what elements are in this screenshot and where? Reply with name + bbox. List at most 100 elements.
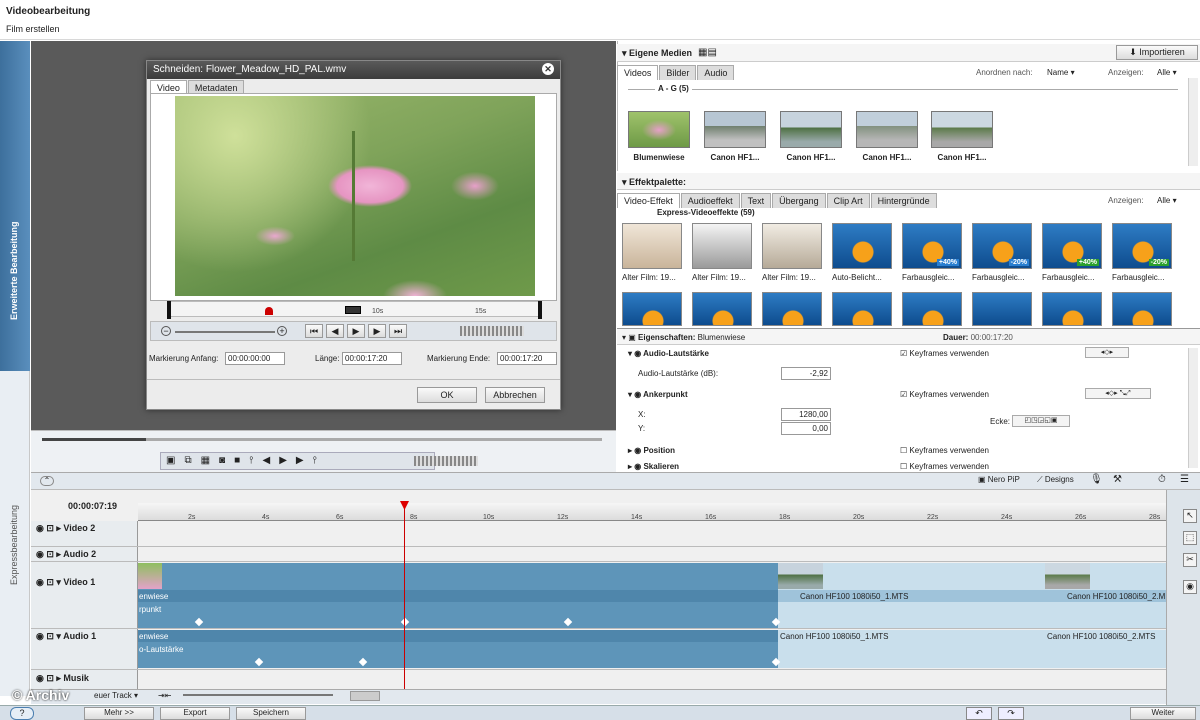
display-mode-icon[interactable]: ▣ (166, 455, 175, 466)
position-marker[interactable] (345, 306, 361, 314)
tab-backgrounds[interactable]: Hintergründe (870, 193, 937, 208)
position-keyframes-toggle[interactable]: ☐ Keyframes verwenden (900, 446, 989, 455)
effect-row2-8[interactable] (1112, 292, 1172, 326)
timeline-scroll-thumb[interactable] (350, 691, 380, 701)
track-video1[interactable]: ◉ ⊡ ▾ Video 1 (36, 577, 95, 588)
new-track-button[interactable]: euer Track ▾ (94, 691, 138, 700)
save-button[interactable]: Speichern (236, 707, 306, 720)
select-icon[interactable]: ⬚ (1183, 531, 1197, 545)
export-button[interactable]: Export (160, 707, 230, 720)
zoom-in-icon[interactable]: + (277, 326, 287, 336)
effect-old-film-1[interactable] (622, 223, 682, 269)
effect-row2-1[interactable] (622, 292, 682, 326)
y-field[interactable]: 0,00 (781, 422, 831, 435)
go-start-icon[interactable]: ⏮ (305, 324, 323, 338)
clock-icon[interactable]: ⏱ (1158, 474, 1166, 485)
anchor-section[interactable]: ▾ ◉ Ankerpunkt (628, 390, 688, 399)
play-icon[interactable]: ▶ (347, 324, 365, 338)
tab-clipart[interactable]: Clip Art (826, 193, 870, 208)
effect-row2-3[interactable] (762, 292, 822, 326)
timeline-zoom-slider[interactable] (183, 694, 333, 696)
scale-keyframes-toggle[interactable]: ☐ Keyframes verwenden (900, 462, 989, 471)
microphone-icon[interactable]: 🎙 (1090, 474, 1103, 485)
next-button[interactable]: Weiter (1130, 707, 1196, 720)
split-icon[interactable]: ⫯ (249, 455, 253, 466)
collapse-icon[interactable]: ⌃ (40, 476, 54, 486)
effect-old-film-2[interactable] (692, 223, 752, 269)
step-forward-icon[interactable]: ▶ (368, 324, 386, 338)
track-video2[interactable]: ◉ ⊡ ▸ Video 2 (36, 523, 95, 534)
ok-button[interactable]: OK (417, 387, 477, 403)
zoom-slider[interactable] (175, 331, 275, 333)
trim-start-handle[interactable] (167, 301, 171, 319)
corner-select-icon[interactable]: ◰◳◲◱▣ (1012, 415, 1070, 427)
end-icon[interactable]: ⫯ (313, 455, 317, 466)
timeline-menu-icon[interactable]: ☰ (1180, 474, 1189, 485)
tab-audio[interactable]: Audio (697, 65, 735, 80)
length-field[interactable]: 00:00:17:20 (342, 352, 402, 365)
effect-row2-6[interactable] (972, 292, 1032, 326)
effect-row2-4[interactable] (832, 292, 892, 326)
cancel-button[interactable]: Abbrechen (485, 387, 545, 403)
preview-jog[interactable] (414, 456, 478, 466)
thumb-canon-3[interactable] (856, 111, 918, 148)
audio-level-field[interactable]: -2,92 (781, 367, 831, 380)
thumb-canon-1[interactable] (704, 111, 766, 148)
step-back-icon[interactable]: ◀ (326, 324, 344, 338)
thumb-canon-2[interactable] (780, 111, 842, 148)
fit-icon[interactable]: ⇥⇤ (158, 691, 171, 700)
sort-select[interactable]: Name ▾ (1047, 68, 1075, 77)
properties-scrollbar[interactable] (1188, 348, 1198, 468)
audio-section[interactable]: ▾ ◉ Audio-Lautstärke (628, 349, 709, 358)
media-scrollbar[interactable] (1188, 78, 1198, 166)
effects-show-select[interactable]: Alle ▾ (1157, 196, 1177, 205)
effect-old-film-3[interactable] (762, 223, 822, 269)
aspect-icon[interactable]: ⧉ (184, 455, 191, 466)
tab-transition[interactable]: Übergang (772, 193, 826, 208)
effect-color-balance-1[interactable]: +40% (902, 223, 962, 269)
close-icon[interactable]: ✕ (542, 63, 554, 75)
scale-section[interactable]: ▸ ◉ Skalieren (628, 462, 679, 471)
effect-row2-7[interactable] (1042, 292, 1102, 326)
position-section[interactable]: ▸ ◉ Position (628, 446, 675, 455)
effect-color-balance-3[interactable]: +40% (1042, 223, 1102, 269)
designs-button[interactable]: ⟋ Designs (1037, 475, 1074, 485)
anchor-keyframes-toggle[interactable]: ☑ Keyframes verwenden (900, 390, 989, 399)
tab-video-effect[interactable]: Video-Effekt (617, 193, 680, 208)
import-button[interactable]: ⬇ Importieren (1116, 45, 1198, 60)
keyframe-nav-icon[interactable]: ◂◇▸ (1085, 347, 1129, 358)
play-preview-icon[interactable]: ▶ (279, 455, 287, 466)
more-button[interactable]: Mehr >> (84, 707, 154, 720)
track-audio1[interactable]: ◉ ⊡ ▾ Audio 1 (36, 631, 96, 642)
effect-row2-2[interactable] (692, 292, 752, 326)
nero-pip-button[interactable]: ▣ Nero PiP (978, 475, 1020, 484)
undo-icon[interactable]: ↶ (966, 707, 992, 720)
tab-audio-effect[interactable]: Audioeffekt (680, 193, 740, 208)
help-icon[interactable]: ? (10, 707, 34, 720)
effect-row2-5[interactable] (902, 292, 962, 326)
redo-icon[interactable]: ↷ (998, 707, 1024, 720)
anchor-tools-icon[interactable]: ◂◇▸ ⤡⤢ (1085, 388, 1151, 399)
tab-express-editing[interactable]: Expressbearbeitung (9, 495, 19, 585)
record-icon[interactable]: ◉ (1183, 580, 1197, 594)
mark-end-field[interactable]: 00:00:17:20 (497, 352, 557, 365)
camera-icon[interactable]: ◙ (219, 455, 225, 466)
effect-color-balance-2[interactable]: -20% (972, 223, 1032, 269)
prev-frame-icon[interactable]: ◀ (263, 455, 271, 466)
thumb-canon-4[interactable] (931, 111, 993, 148)
tab-text[interactable]: Text (740, 193, 772, 208)
x-field[interactable]: 1280,00 (781, 408, 831, 421)
effect-color-balance-4[interactable]: -20% (1112, 223, 1172, 269)
playhead-marker[interactable] (265, 307, 273, 315)
mark-start-field[interactable]: 00:00:00:00 (225, 352, 285, 365)
tab-images[interactable]: Bilder (659, 65, 697, 80)
track-audio2[interactable]: ◉ ⊡ ▸ Audio 2 (36, 549, 96, 560)
thumb-blumenwiese[interactable] (628, 111, 690, 148)
stop-icon[interactable]: ■ (234, 455, 240, 466)
trim-end-handle[interactable] (538, 301, 542, 319)
media-show-select[interactable]: Alle ▾ (1157, 68, 1177, 77)
cut-icon[interactable]: ✂ (1183, 553, 1197, 567)
go-end-icon[interactable]: ⏭ (389, 324, 407, 338)
jog-shuttle[interactable] (460, 326, 524, 336)
timeline-playhead[interactable] (404, 503, 405, 689)
